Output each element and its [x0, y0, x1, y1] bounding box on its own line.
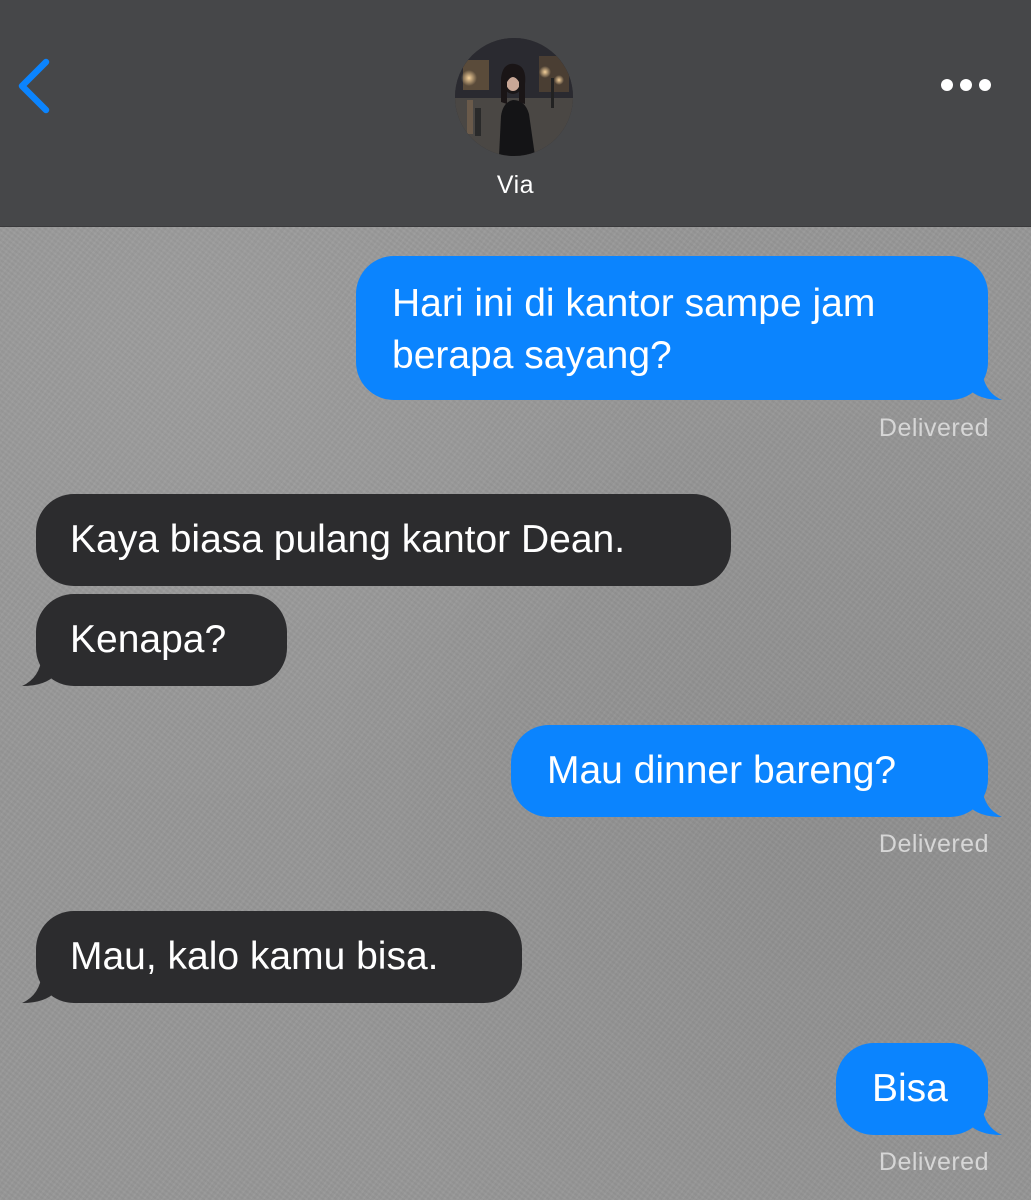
ellipsis-dot	[960, 79, 972, 91]
delivery-status: Delivered	[878, 414, 989, 442]
chevron-left-icon	[18, 58, 50, 114]
avatar[interactable]	[455, 38, 573, 156]
message-text: Hari ini di kantor sampe jam berapa saya…	[392, 278, 988, 382]
message-text: Kaya biasa pulang kantor Dean.	[70, 518, 626, 561]
message-bubble-received[interactable]: Kenapa?	[22, 594, 287, 686]
message-bubble-sent[interactable]: Mau dinner bareng?	[511, 725, 1002, 817]
bubble-tail	[22, 973, 56, 1003]
back-button[interactable]	[14, 56, 58, 116]
message-bubble-sent[interactable]: Bisa	[836, 1043, 1002, 1135]
conversation-header: Via	[0, 0, 1031, 227]
ellipsis-dot	[979, 79, 991, 91]
message-text: Mau dinner bareng?	[547, 749, 897, 792]
message-bubble-received[interactable]: Kaya biasa pulang kantor Dean.	[36, 494, 731, 586]
message-bubble-received[interactable]: Mau, kalo kamu bisa.	[22, 911, 522, 1003]
message-text-line: Hari ini di kantor sampe jam	[392, 282, 876, 325]
message-text-line: berapa sayang?	[392, 334, 672, 377]
message-text: Kenapa?	[70, 618, 227, 661]
delivery-status: Delivered	[878, 830, 989, 858]
more-button[interactable]	[936, 70, 996, 100]
message-text: Bisa	[872, 1067, 948, 1110]
contact-photo	[455, 38, 573, 156]
delivery-status: Delivered	[878, 1148, 989, 1176]
contact-name[interactable]: Via	[0, 171, 1031, 200]
ellipsis-dot	[941, 79, 953, 91]
bubble-tail	[22, 656, 56, 686]
message-bubble-sent[interactable]: Hari ini di kantor sampe jam berapa saya…	[356, 256, 1002, 400]
message-text: Mau, kalo kamu bisa.	[70, 935, 439, 978]
